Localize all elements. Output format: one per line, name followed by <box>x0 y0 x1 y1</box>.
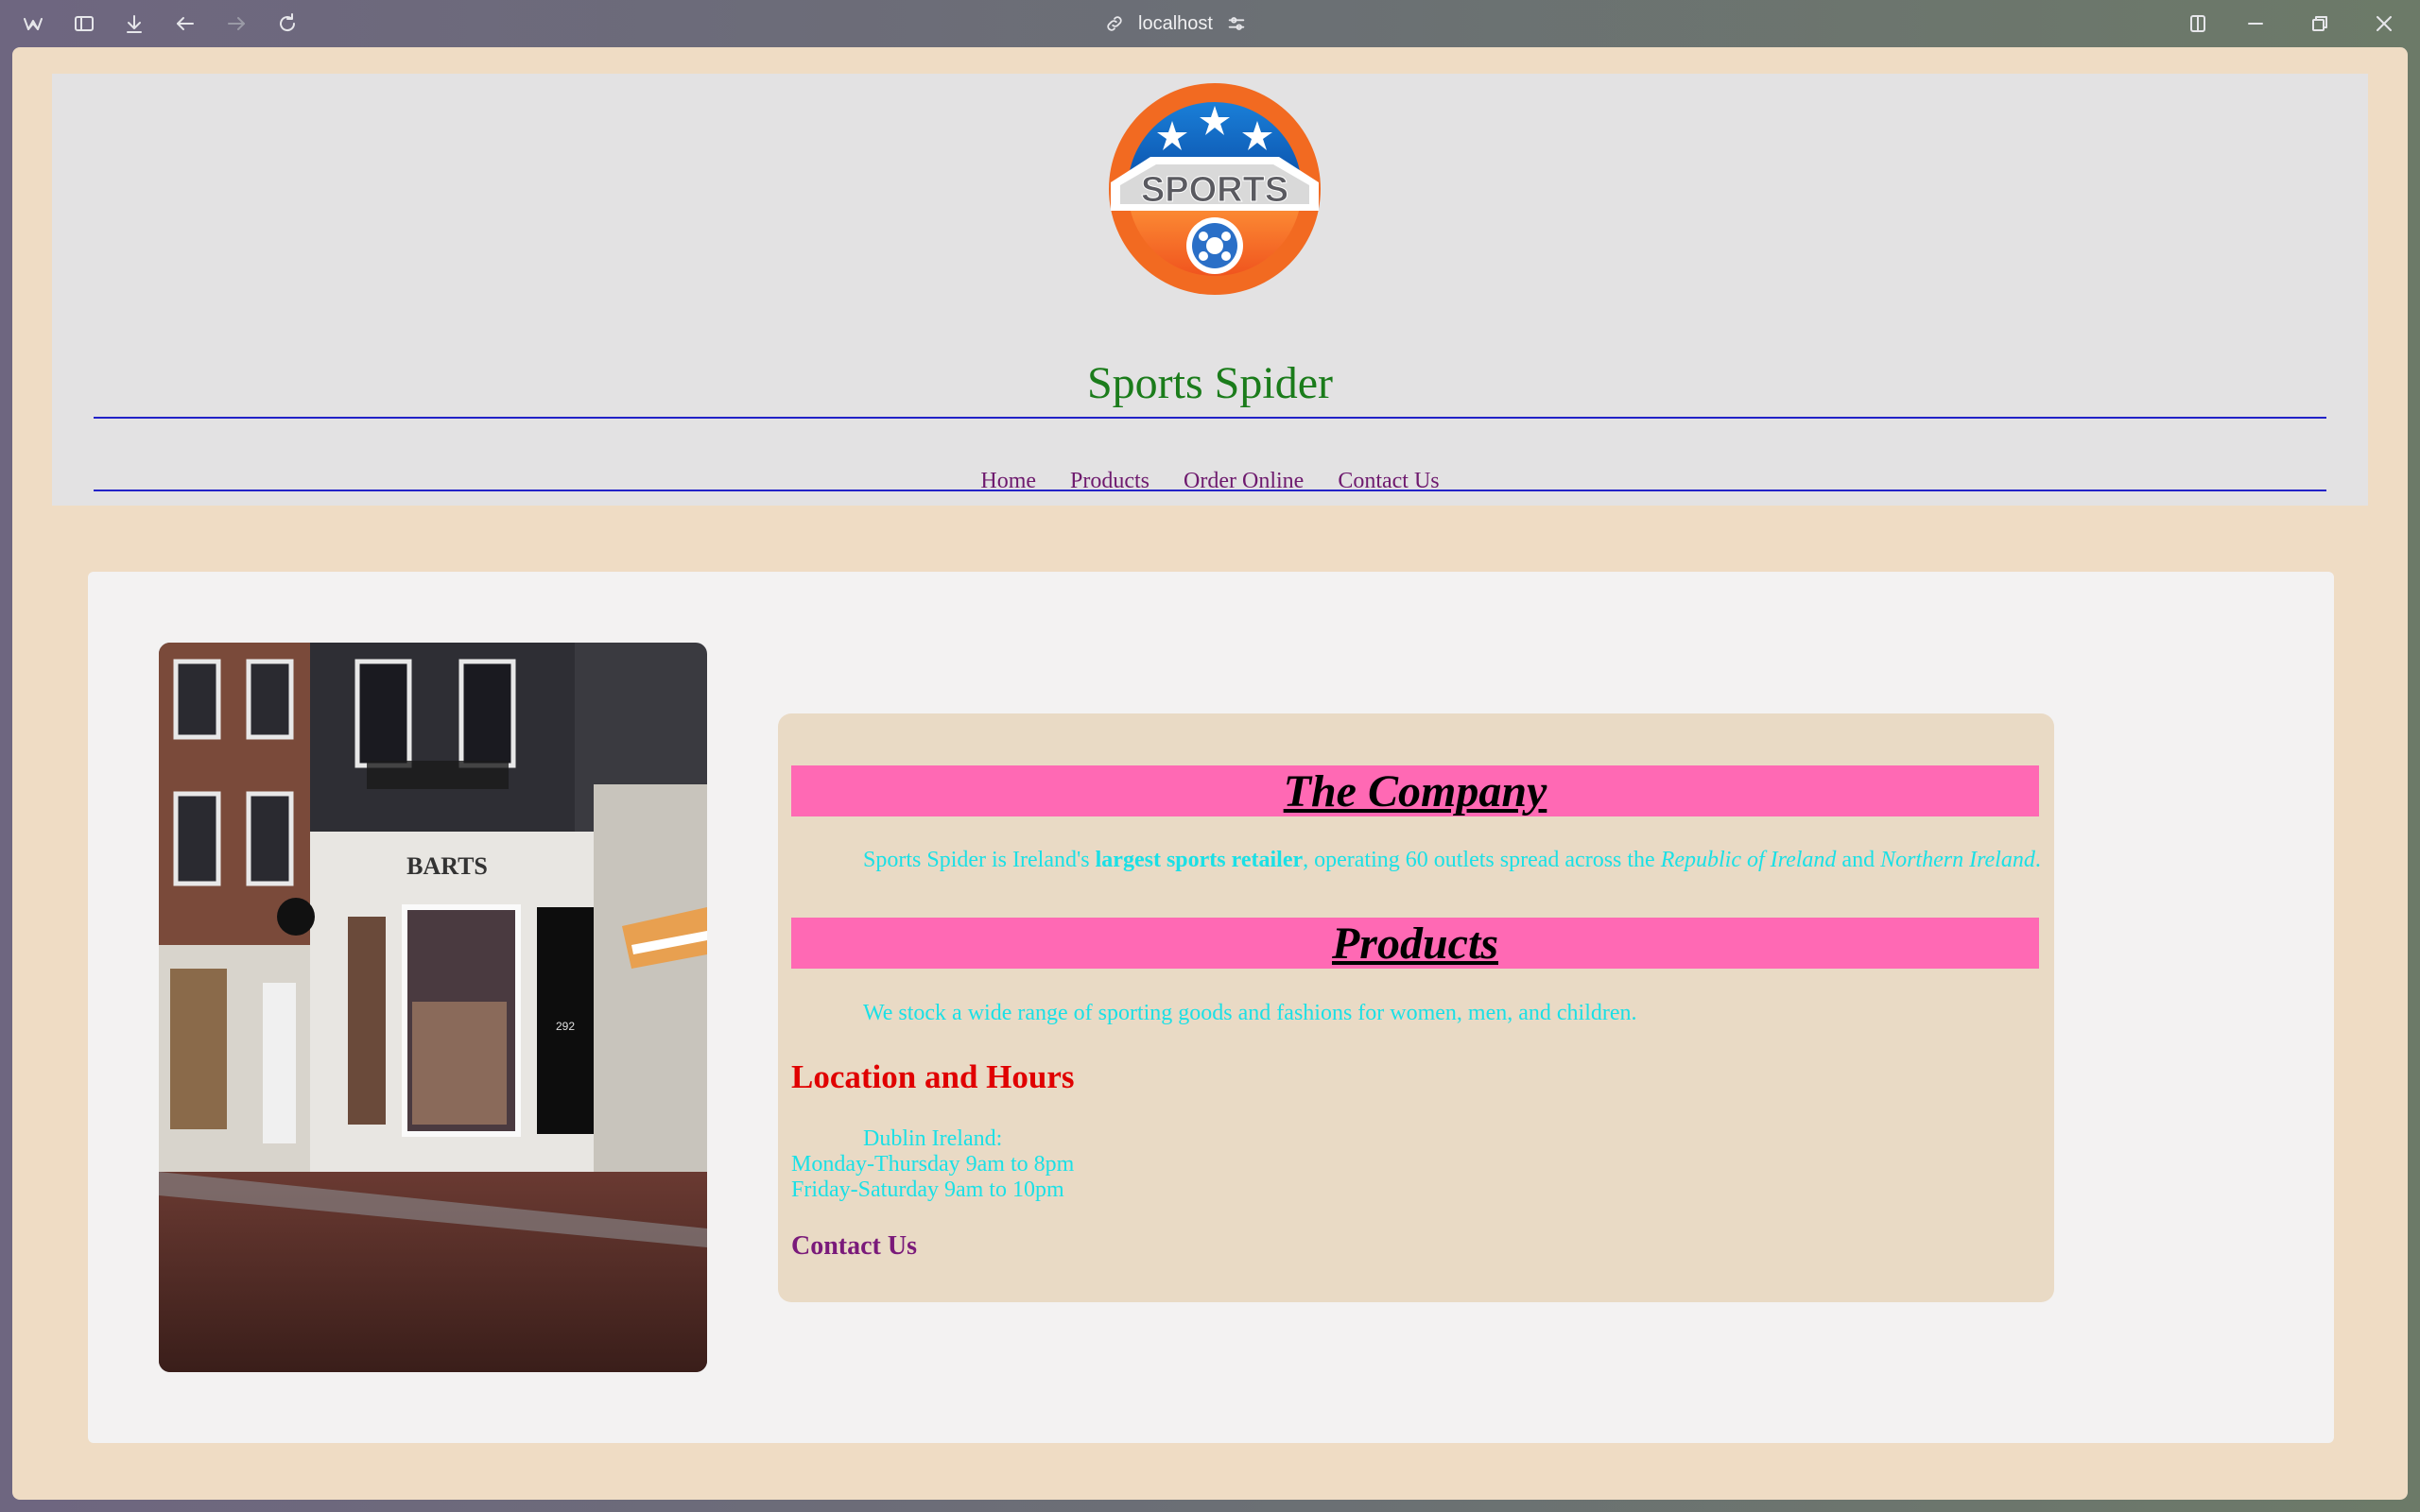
contact-heading: Contact Us <box>791 1231 917 1261</box>
browser-titlebar: localhost <box>0 0 2420 47</box>
site-header: SPORTS Sports Spider Home Products Order… <box>52 74 2368 506</box>
nav-divider-top <box>94 417 2326 419</box>
company-heading: The Company <box>791 765 2039 816</box>
store-sign: BARTS <box>406 852 488 880</box>
forward-arrow-icon[interactable] <box>221 9 251 39</box>
split-view-icon[interactable] <box>2183 9 2213 39</box>
link-icon <box>1107 16 1122 31</box>
hours-line-weekend: Friday-Saturday 9am to 10pm <box>791 1177 1064 1202</box>
location-hours: Dublin Ireland: Monday-Thursday 9am to 8… <box>791 1126 1074 1203</box>
storefront-photo: BARTS 292 <box>159 643 707 1372</box>
sports-logo[interactable]: SPORTS <box>1101 83 1328 305</box>
hours-line-weekday: Monday-Thursday 9am to 8pm <box>791 1152 1075 1177</box>
back-arrow-icon[interactable] <box>170 9 200 39</box>
products-heading: Products <box>791 918 2039 969</box>
address-text: localhost <box>1138 12 1213 34</box>
address-bar[interactable]: localhost <box>1104 8 1284 40</box>
products-description: We stock a wide range of sporting goods … <box>863 1001 1637 1025</box>
page-viewport: SPORTS Sports Spider Home Products Order… <box>12 47 2408 1500</box>
close-icon[interactable] <box>2369 9 2399 39</box>
door-number: 292 <box>556 1020 575 1033</box>
company-description: Sports Spider is Ireland's largest sport… <box>863 848 2041 872</box>
info-panel: The Company Sports Spider is Ireland's l… <box>778 713 2054 1302</box>
nav-divider-bottom <box>94 490 2326 491</box>
main-content: BARTS 292 The Company Sports Spider is I… <box>88 572 2334 1443</box>
browser-logo-icon[interactable] <box>18 9 48 39</box>
logo-text: SPORTS <box>1141 170 1288 210</box>
reload-icon[interactable] <box>272 9 302 39</box>
location-heading: Location and Hours <box>791 1058 1075 1095</box>
hours-line-city: Dublin Ireland: <box>863 1126 1003 1151</box>
download-icon[interactable] <box>119 9 149 39</box>
site-title: Sports Spider <box>1086 358 1333 408</box>
site-settings-icon[interactable] <box>1226 13 1247 34</box>
minimize-icon[interactable] <box>2240 9 2271 39</box>
sidebar-toggle-icon[interactable] <box>69 9 99 39</box>
restore-icon[interactable] <box>2305 9 2335 39</box>
